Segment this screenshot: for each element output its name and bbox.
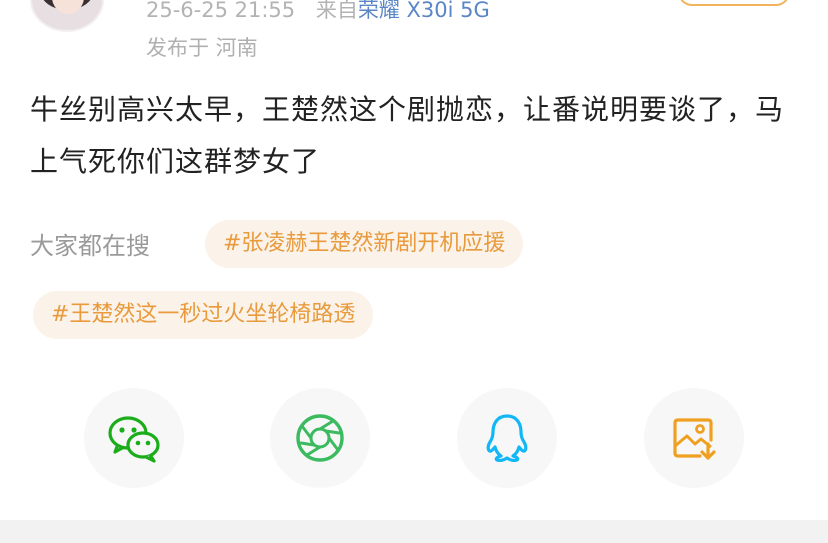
post-source: 来自荣耀 X30i 5G xyxy=(316,0,490,22)
moments-icon xyxy=(296,414,344,462)
avatar-face xyxy=(52,0,84,14)
source-prefix: 来自 xyxy=(315,0,358,22)
trending-tag[interactable]: #王楚然这一秒过火坐轮椅路透 xyxy=(33,291,374,339)
qq-icon xyxy=(486,414,528,462)
share-qq-button[interactable] xyxy=(457,388,557,488)
post-text: 牛丝别高兴太早，王楚然这个剧抛恋，让番说明要谈了，马上气死你们这群梦女了 xyxy=(30,93,785,178)
trending-label: 大家都在搜 xyxy=(30,232,150,260)
save-image-button[interactable] xyxy=(644,388,744,488)
wechat-icon xyxy=(108,416,160,463)
share-wechat-button[interactable] xyxy=(84,388,184,488)
post-location: 发布于 河南 xyxy=(146,36,258,60)
share-moments-button[interactable] xyxy=(270,388,370,488)
avatar[interactable] xyxy=(30,0,104,32)
trending-tag[interactable]: #张凌赫王楚然新剧开机应援 xyxy=(205,220,524,268)
save-image-icon xyxy=(673,418,716,460)
post-timestamp: 25-6-25 21:55 xyxy=(146,0,296,22)
follow-button[interactable] xyxy=(678,0,790,6)
bottom-bar xyxy=(0,520,828,543)
post-meta: 25-6-25 21:55 来自荣耀 X30i 5G xyxy=(146,0,490,24)
device-name[interactable]: 荣耀 X30i 5G xyxy=(358,0,490,22)
